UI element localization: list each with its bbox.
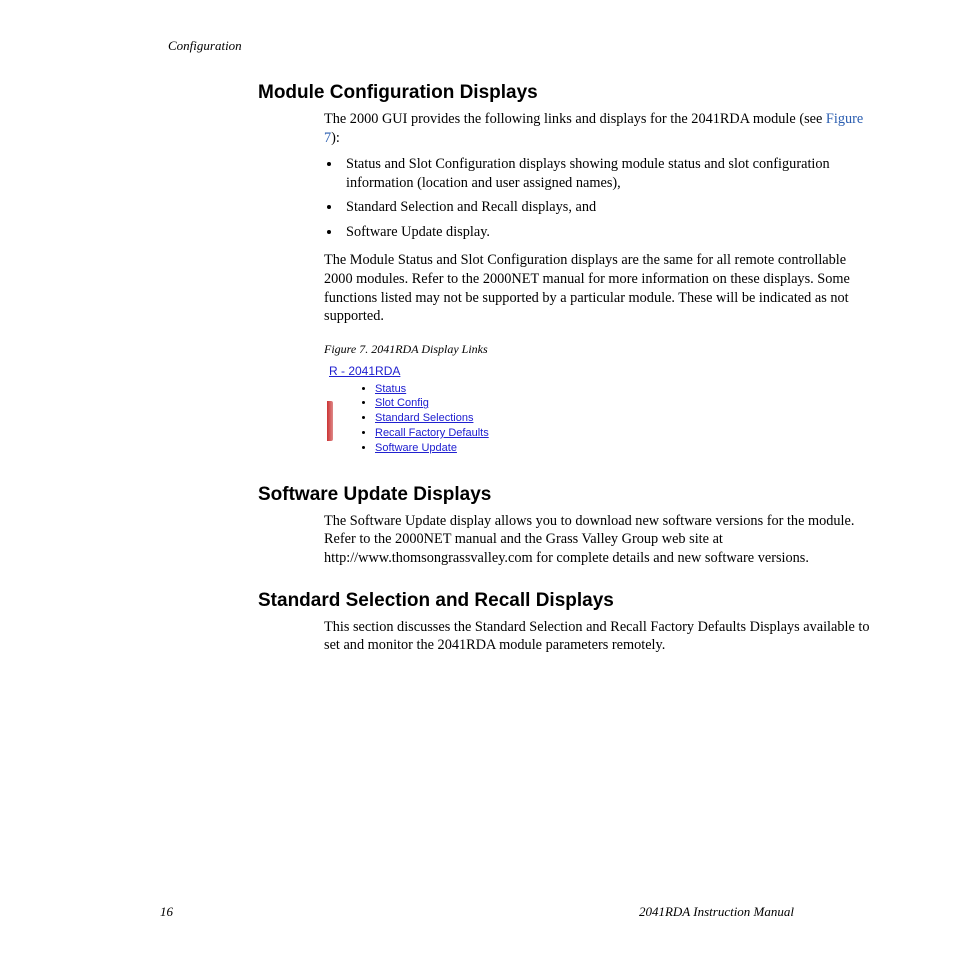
bullet-item: Status and Slot Configuration displays s… [342,155,874,192]
running-header: Configuration [168,38,874,54]
modconfig-intro-b: ): [331,130,340,146]
modconfig-bullets: Status and Slot Configuration displays s… [324,155,874,241]
heading-module-config: Module Configuration Displays [258,82,874,104]
figure-link-item[interactable]: Software Update [375,441,499,456]
figure-sidebar-decoration [327,401,333,441]
figure-link-item[interactable]: Status [375,382,499,397]
figure-module-link[interactable]: R - 2041RDA [327,363,499,379]
figure-link-item[interactable]: Recall Factory Defaults [375,426,499,441]
page-footer: 16 2041RDA Instruction Manual [160,904,794,920]
modconfig-para2: The Module Status and Slot Configuration… [324,251,874,325]
modconfig-intro: The 2000 GUI provides the following link… [324,110,874,147]
figure-link-item[interactable]: Standard Selections [375,411,499,426]
modconfig-intro-a: The 2000 GUI provides the following link… [324,111,826,127]
bullet-item: Standard Selection and Recall displays, … [342,198,874,217]
manual-title: 2041RDA Instruction Manual [639,904,794,920]
standardsel-para: This section discusses the Standard Sele… [324,618,874,655]
heading-software-update: Software Update Displays [258,484,874,506]
figure-link-item[interactable]: Slot Config [375,396,499,411]
page-number: 16 [160,904,173,920]
figure-7-caption: Figure 7. 2041RDA Display Links [324,342,874,358]
figure-7-box: R - 2041RDA Status Slot Config Standard … [324,361,499,461]
softupdate-para: The Software Update display allows you t… [324,512,874,568]
heading-standard-selection: Standard Selection and Recall Displays [258,590,874,612]
bullet-item: Software Update display. [342,223,874,242]
